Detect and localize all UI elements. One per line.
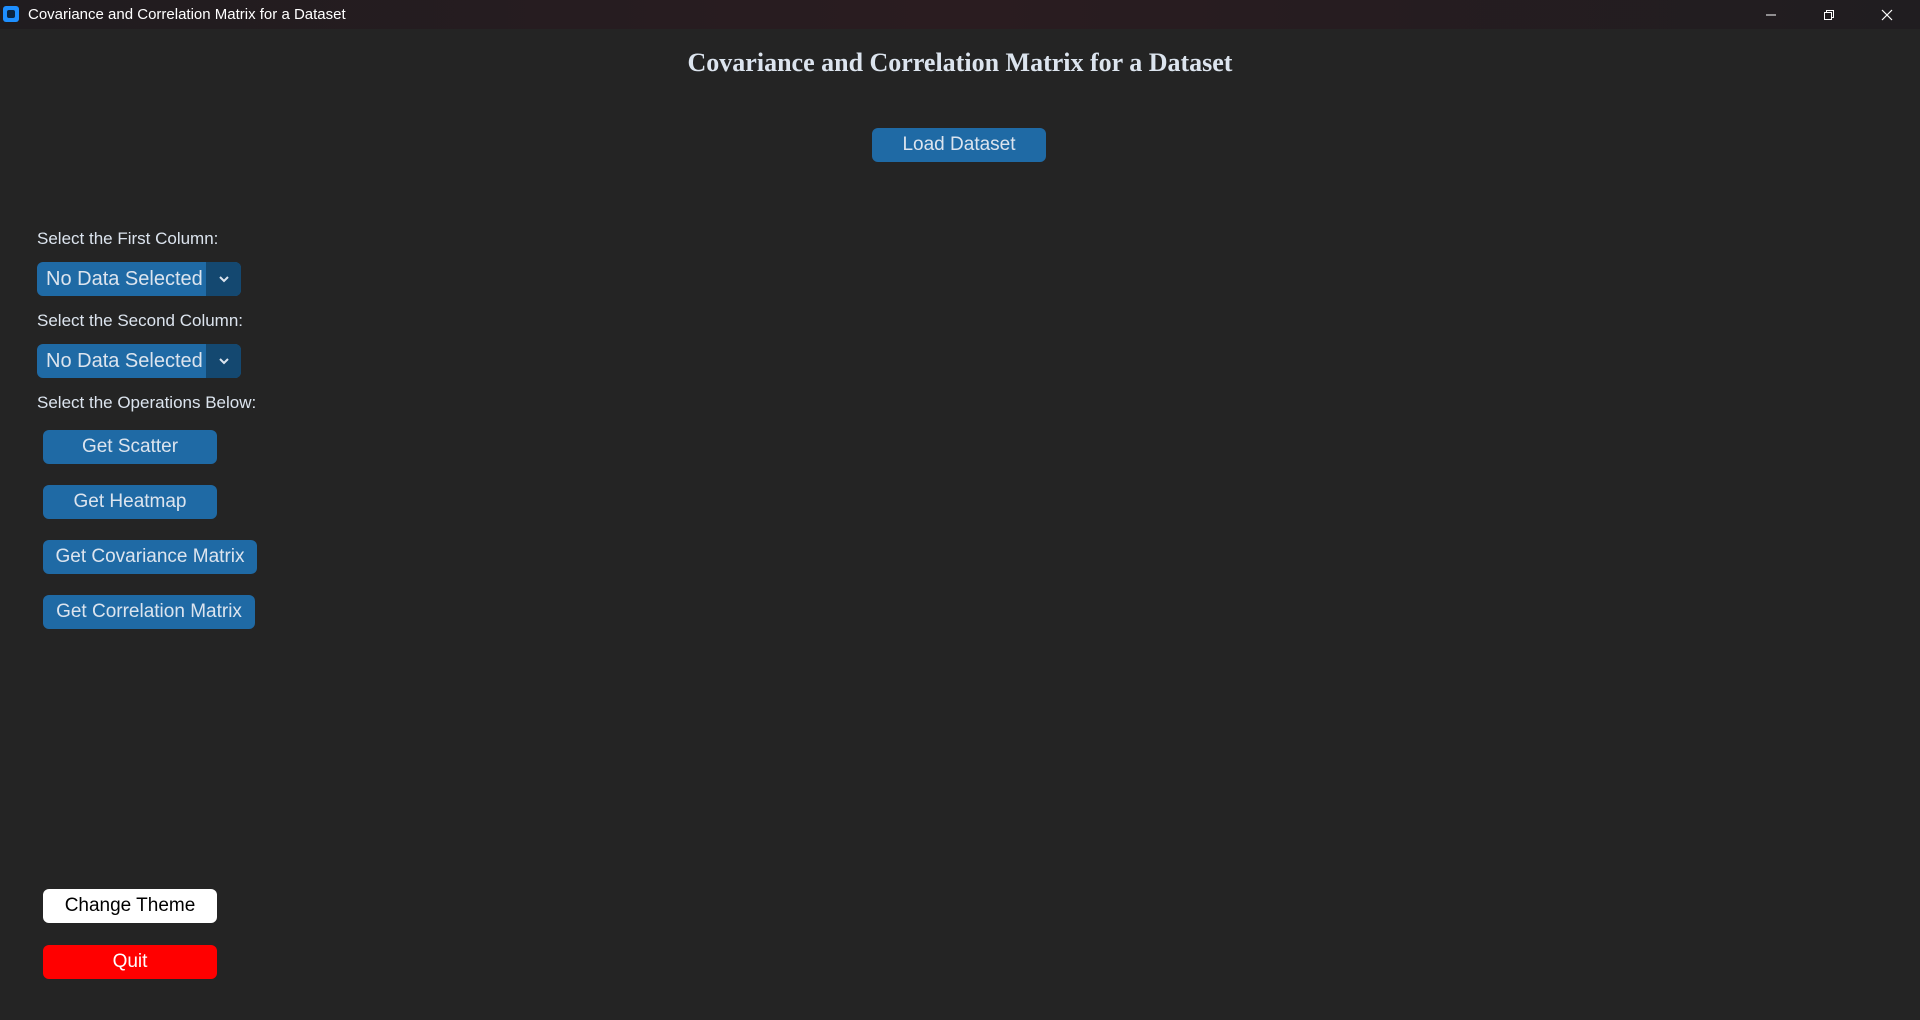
second-column-dropdown-toggle[interactable] (206, 344, 241, 378)
get-scatter-button[interactable]: Get Scatter (43, 430, 217, 464)
minimize-button[interactable] (1742, 0, 1800, 29)
second-column-label: Select the Second Column: (37, 311, 244, 330)
first-column-dropdown-toggle[interactable] (206, 262, 241, 296)
first-column-value[interactable]: No Data Selected (37, 262, 206, 296)
app-icon (3, 6, 19, 22)
get-heatmap-button[interactable]: Get Heatmap (43, 485, 217, 519)
close-button[interactable] (1858, 0, 1916, 29)
first-column-dropdown[interactable]: No Data Selected (37, 262, 241, 296)
minimize-icon (1766, 14, 1776, 15)
change-theme-button[interactable]: Change Theme (43, 889, 217, 923)
restore-icon (1824, 9, 1834, 20)
second-column-value[interactable]: No Data Selected (37, 344, 206, 378)
title-bar: Covariance and Correlation Matrix for a … (0, 0, 1920, 29)
quit-button[interactable]: Quit (43, 945, 217, 979)
page-title: Covariance and Correlation Matrix for a … (687, 48, 1233, 77)
chevron-down-icon (218, 358, 229, 365)
first-column-label: Select the First Column: (37, 229, 219, 248)
load-dataset-button[interactable]: Load Dataset (872, 128, 1046, 162)
restore-button[interactable] (1800, 0, 1858, 29)
get-correlation-matrix-button[interactable]: Get Correlation Matrix (43, 595, 255, 629)
get-covariance-matrix-button[interactable]: Get Covariance Matrix (43, 540, 257, 574)
operations-label: Select the Operations Below: (37, 393, 257, 412)
second-column-dropdown[interactable]: No Data Selected (37, 344, 241, 378)
close-icon (1881, 9, 1893, 20)
chevron-down-icon (218, 276, 229, 283)
window-title: Covariance and Correlation Matrix for a … (28, 6, 346, 23)
